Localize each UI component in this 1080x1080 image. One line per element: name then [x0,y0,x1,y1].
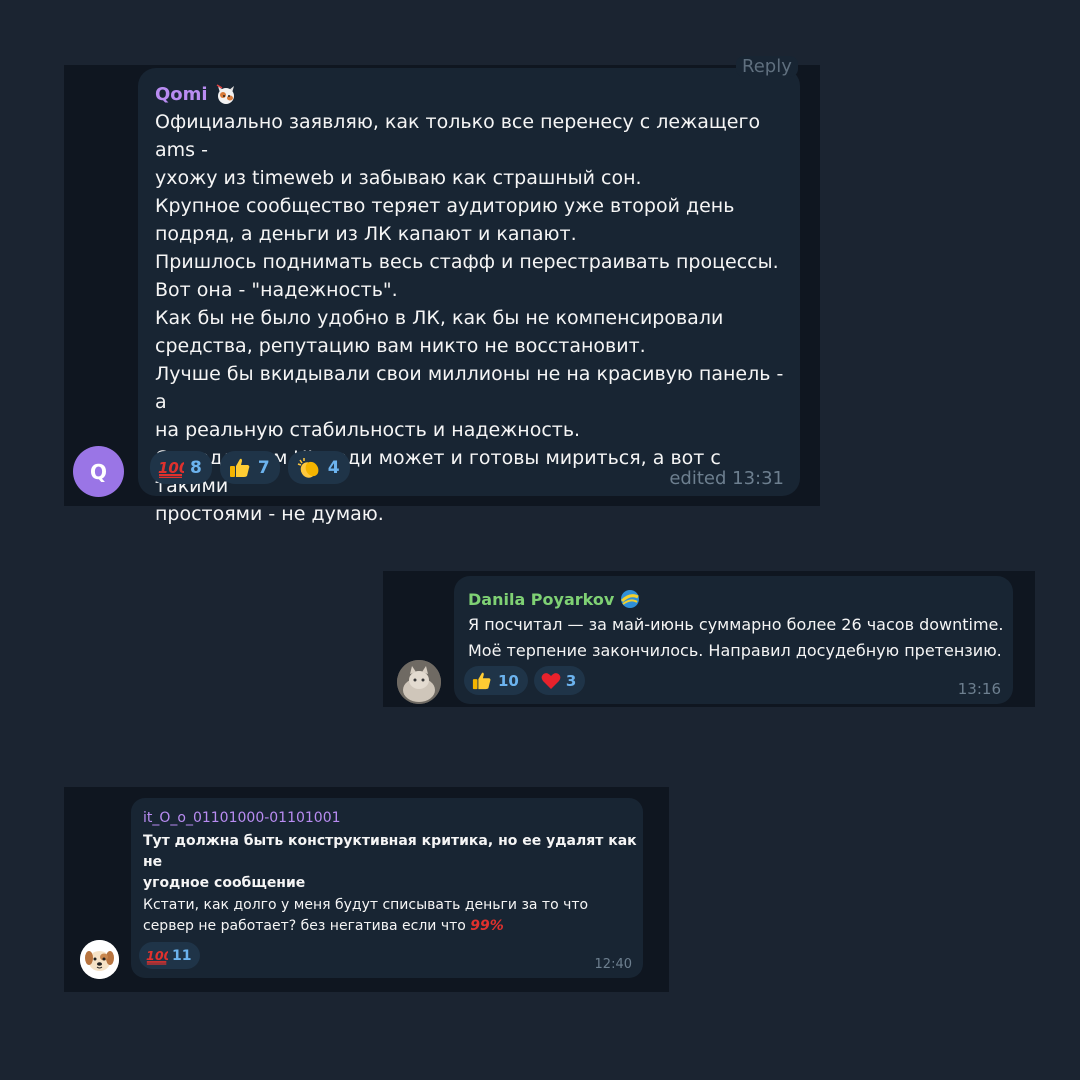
ninety-nine-percent-emoji: 99% [470,918,504,934]
avatar-danila[interactable] [397,660,441,704]
cat-emoji-status-icon [214,82,238,106]
reaction-thumbs-up[interactable]: 7 [219,451,280,484]
reaction-count: 4 [327,457,340,478]
reply-button[interactable]: Reply [736,56,798,77]
reaction-count: 3 [565,671,577,690]
avatar-letter: Q [89,459,107,484]
avatar-qomi[interactable]: Q [73,446,124,497]
message-text: Я посчитал — за май-июнь суммарно более … [468,615,1004,660]
author-name-text[interactable]: it_O_o_01101000-01101001 [143,810,341,826]
svg-text:100: 100 [146,948,168,963]
reaction-hundred[interactable]: 100 11 [139,942,201,969]
hundred-points-icon: 100 [146,947,173,965]
message-bubble-qomi[interactable]: Reply Qomi Официально заявляю, как тольк… [138,56,800,525]
message-bubble-danila[interactable]: Danila Poyarkov Я посчитал — за май-июнь… [454,576,1013,704]
author-name[interactable]: Danila Poyarkov [468,589,640,609]
cat-photo-icon [397,660,441,704]
dog-face-icon [80,940,119,979]
reaction-count: 11 [172,947,192,964]
thumbs-up-icon [471,671,493,691]
reactions-bar: 100 11 [139,942,201,969]
reaction-count: 7 [257,457,270,478]
message-text-block: Кстати, как долго у меня будут списывать… [143,895,643,937]
ball-emoji-status-icon [620,589,640,609]
reactions-bar: 100 8 7 [150,451,350,484]
author-name[interactable]: it_O_o_01101000-01101001 [143,810,341,826]
message-time: edited 13:31 [669,468,784,489]
thumbs-up-icon [228,457,252,479]
hundred-points-icon: 100 [158,458,189,478]
reaction-hundred[interactable]: 100 8 [150,451,212,484]
reactions-bar: 10 3 [464,666,586,695]
message-text-bold: Тут должна быть конструктивная критика, … [143,833,637,891]
avatar-it-o-o[interactable] [80,940,119,979]
reaction-clap[interactable]: 4 [287,451,350,484]
reaction-thumbs-up[interactable]: 10 [464,666,528,695]
reaction-count: 8 [190,457,202,478]
author-name-text[interactable]: Danila Poyarkov [468,590,614,609]
message-time: 12:40 [594,957,632,972]
red-heart-icon [541,672,561,690]
message-text: Кстати, как долго у меня будут списывать… [143,897,589,934]
reaction-heart[interactable]: 3 [533,666,586,695]
author-name[interactable]: Qomi [155,82,238,106]
reaction-count: 10 [498,671,519,690]
message-time: 13:16 [957,680,1001,698]
message-bubble-it-o-o[interactable]: it_O_o_01101000-01101001 Тут должна быть… [131,798,643,978]
clapping-hands-icon [296,457,322,479]
author-name-text[interactable]: Qomi [155,84,208,105]
